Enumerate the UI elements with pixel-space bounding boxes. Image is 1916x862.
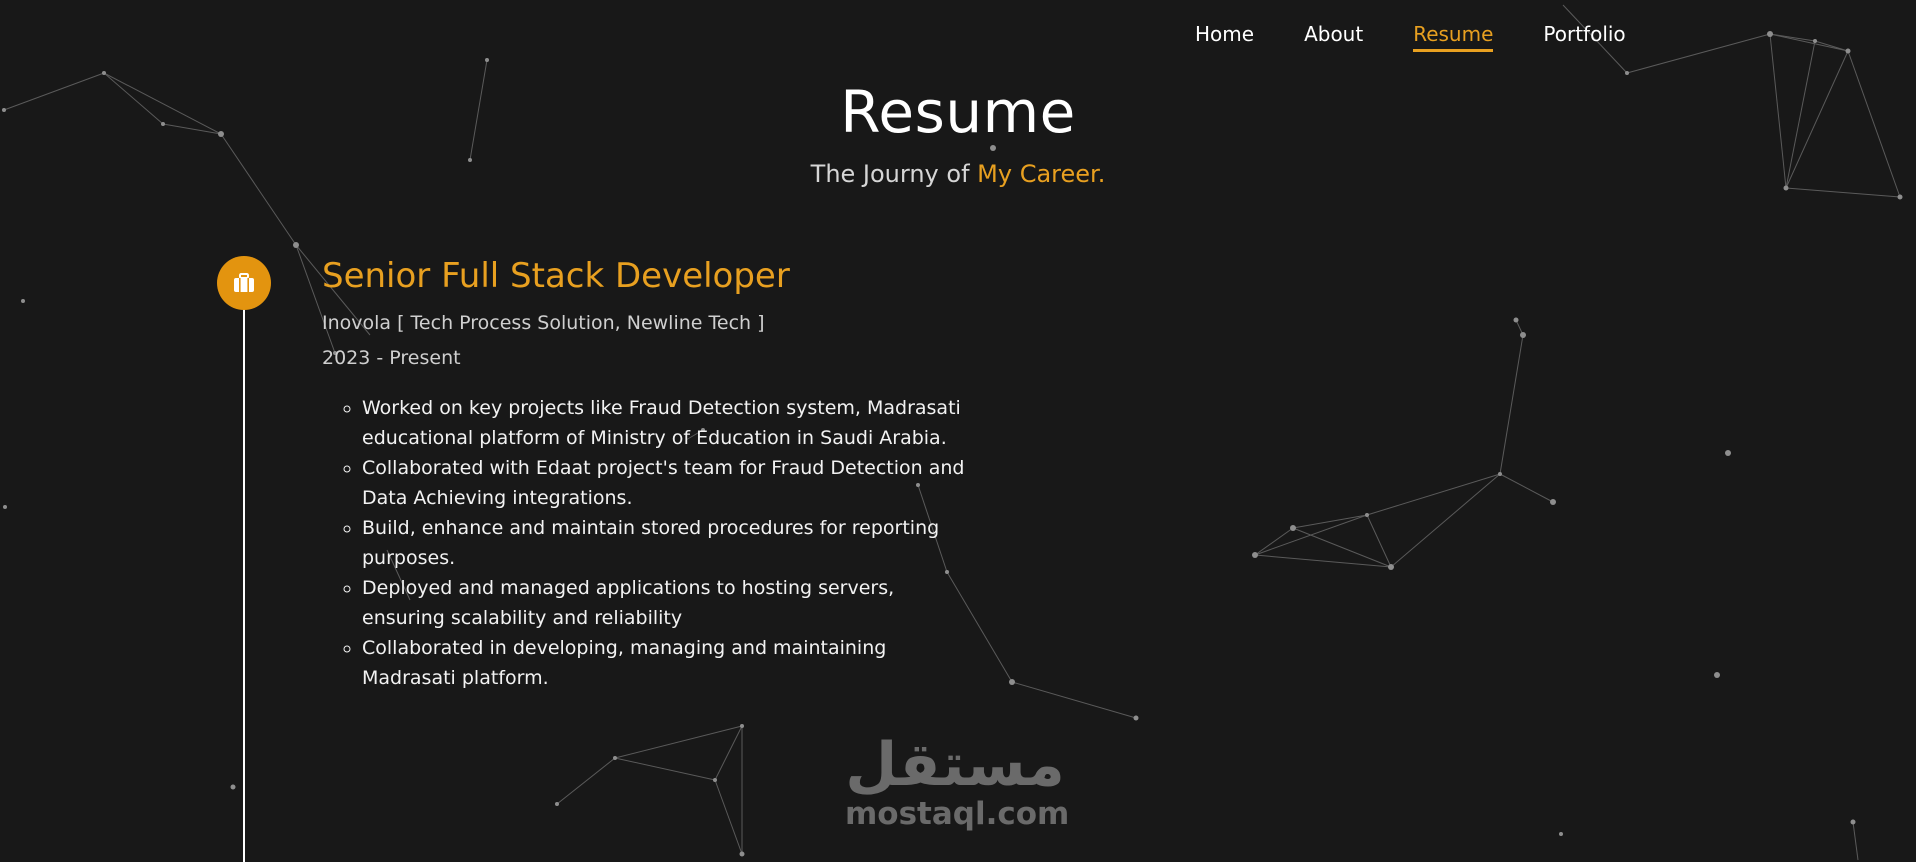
nav-about-link[interactable]: About [1304, 22, 1363, 52]
nav-resume-link[interactable]: Resume [1413, 22, 1494, 52]
timeline-line [243, 300, 245, 862]
list-item: Build, enhance and maintain stored proce… [362, 513, 982, 573]
employment-period: 2023 - Present [322, 347, 461, 369]
nav-home-link[interactable]: Home [1195, 22, 1254, 52]
resume-page: Home About Resume Portfolio Resume The J… [0, 0, 1916, 862]
nav-portfolio-link[interactable]: Portfolio [1543, 22, 1625, 52]
subtitle-highlight: My Career. [977, 160, 1106, 188]
list-item: Collaborated with Edaat project's team f… [362, 453, 982, 513]
timeline-badge [217, 256, 271, 310]
page-subtitle: The Journy of My Career. [0, 160, 1916, 188]
timeline-entry: Senior Full Stack Developer Inovola [ Te… [322, 254, 982, 693]
duties-list: Worked on key projects like Fraud Detect… [322, 393, 982, 693]
briefcase-icon [234, 273, 254, 292]
job-title: Senior Full Stack Developer [322, 256, 790, 296]
page-title: Resume [840, 78, 1076, 146]
subtitle-prefix: The Journy of [810, 160, 978, 188]
list-item: Worked on key projects like Fraud Detect… [362, 393, 982, 453]
list-item: Collaborated in developing, managing and… [362, 633, 982, 693]
top-navigation: Home About Resume Portfolio [1195, 22, 1626, 52]
mostaql-watermark: مستقل mostaql.com [845, 730, 1070, 832]
watermark-arabic: مستقل [845, 730, 1065, 800]
company-name: Inovola [ Tech Process Solution, Newline… [322, 312, 765, 334]
watermark-latin: mostaql.com [845, 796, 1070, 832]
list-item: Deployed and managed applications to hos… [362, 573, 982, 633]
